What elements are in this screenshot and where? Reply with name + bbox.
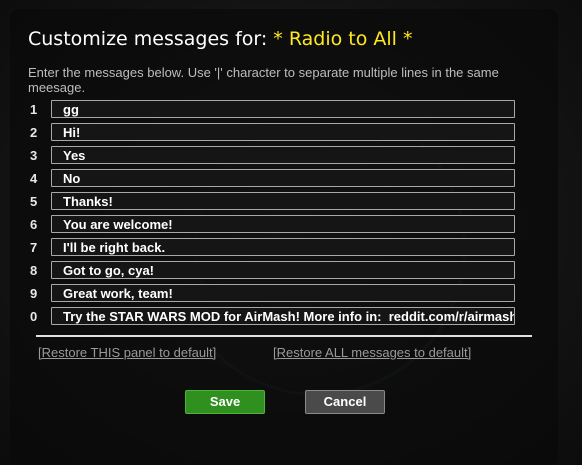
message-number: 8 <box>30 263 38 278</box>
message-input-7[interactable] <box>51 238 515 256</box>
instructions-text: Enter the messages below. Use '|' charac… <box>28 65 499 95</box>
message-input-2[interactable] <box>51 123 515 141</box>
divider <box>36 335 532 337</box>
message-input-4[interactable] <box>51 169 515 187</box>
message-input-8[interactable] <box>51 261 515 279</box>
dialog-title: Customize messages for: * Radio to All * <box>28 28 412 50</box>
dialog-title-text: Customize messages for: <box>28 28 268 50</box>
message-number: 9 <box>30 286 38 301</box>
message-number: 1 <box>30 102 38 117</box>
message-input-5[interactable] <box>51 192 515 210</box>
message-number: 3 <box>30 148 38 163</box>
message-input-6[interactable] <box>51 215 515 233</box>
channel-name: * Radio to All * <box>273 28 413 50</box>
save-button[interactable]: Save <box>185 390 265 414</box>
message-number: 7 <box>30 240 38 255</box>
message-number: 2 <box>30 125 38 140</box>
message-input-3[interactable] <box>51 146 515 164</box>
message-number: 0 <box>30 309 38 324</box>
message-number: 5 <box>30 194 38 209</box>
message-number: 6 <box>30 217 38 232</box>
message-input-1[interactable] <box>51 100 515 118</box>
message-input-9[interactable] <box>51 284 515 302</box>
message-input-0[interactable] <box>51 307 515 325</box>
restore-panel-link[interactable]: [Restore THIS panel to default] <box>38 345 216 360</box>
restore-all-link[interactable]: [Restore ALL messages to default] <box>273 345 471 360</box>
cancel-button[interactable]: Cancel <box>305 390 385 414</box>
message-number: 4 <box>30 171 38 186</box>
